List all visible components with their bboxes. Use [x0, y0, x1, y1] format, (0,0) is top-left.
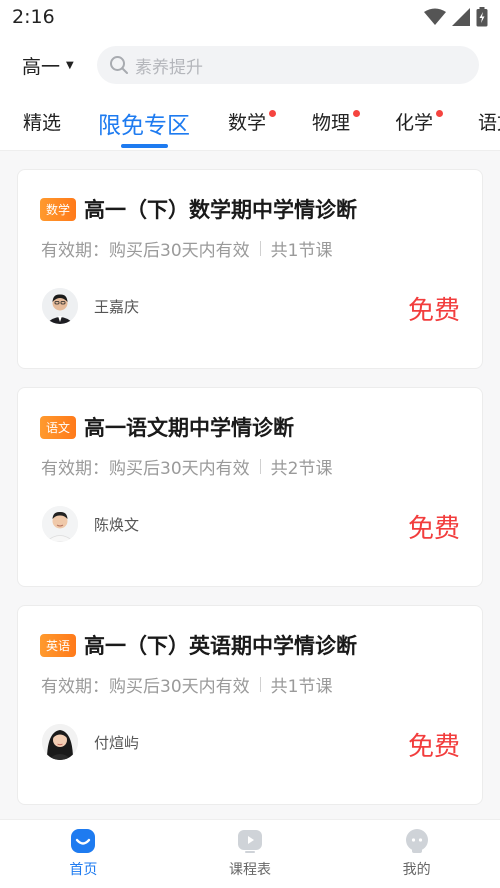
tab-free-zone[interactable]: 限免专区 [98, 106, 190, 140]
teacher-name: 付煊屿 [94, 733, 140, 752]
course-lessons: 共2节课 [270, 459, 333, 479]
course-title-row: 数学 高一（下）数学期中学情诊断 [40, 194, 357, 224]
nav-home[interactable]: 首页 [0, 820, 167, 888]
course-list: 数学 高一（下）数学期中学情诊断 有效期：购买后30天内有效 共1节课 王嘉庆 [0, 151, 500, 819]
tab-chinese[interactable]: 语文 [478, 108, 500, 135]
teacher-info: 王嘉庆 [42, 288, 139, 324]
teacher-name: 陈焕文 [94, 515, 140, 534]
nav-schedule-label: 课程表 [229, 862, 271, 878]
nav-profile-label: 我的 [402, 862, 431, 878]
nav-schedule[interactable]: 课程表 [167, 820, 334, 888]
status-bar: 2:16 [0, 0, 500, 34]
grade-selector[interactable]: 高一 ▼ [22, 52, 88, 79]
search-placeholder: 素养提升 [135, 57, 203, 78]
caret-down-icon: ▼ [66, 59, 74, 71]
grade-label: 高一 [22, 55, 61, 78]
schedule-icon [238, 830, 262, 853]
subject-tag: 语文 [40, 415, 77, 439]
course-lessons: 共1节课 [270, 677, 333, 697]
course-price: 免费 [407, 514, 460, 544]
home-icon [71, 829, 96, 853]
nav-profile[interactable]: 我的 [333, 820, 500, 888]
search-input[interactable]: 素养提升 [97, 46, 479, 84]
meta-divider [259, 459, 261, 474]
course-price: 免费 [407, 732, 460, 762]
category-tabs: 精选 限免专区 数学 物理 化学 语文 [0, 100, 500, 150]
course-validity: 有效期：购买后30天内有效 [41, 677, 250, 697]
course-validity: 有效期：购买后30天内有效 [41, 241, 250, 261]
course-title: 高一（下）数学期中学情诊断 [84, 198, 358, 222]
course-meta: 有效期：购买后30天内有效 共1节课 [41, 236, 332, 261]
search-icon [110, 56, 128, 74]
teacher-avatar [42, 288, 78, 324]
subject-tag: 数学 [40, 197, 77, 221]
course-lessons: 共1节课 [270, 241, 333, 261]
course-title-row: 英语 高一（下）英语期中学情诊断 [40, 630, 357, 660]
active-tab-indicator [121, 144, 168, 148]
signal-icon [452, 8, 470, 26]
course-card[interactable]: 数学 高一（下）数学期中学情诊断 有效期：购买后30天内有效 共1节课 王嘉庆 [17, 169, 483, 369]
tab-chemistry[interactable]: 化学 [395, 108, 444, 135]
battery-icon [476, 7, 488, 27]
course-card[interactable]: 语文 高一语文期中学情诊断 有效期：购买后30天内有效 共2节课 陈焕文 免费 [17, 387, 483, 587]
course-validity: 有效期：购买后30天内有效 [41, 459, 250, 479]
course-title: 高一语文期中学情诊断 [84, 416, 295, 440]
teacher-avatar [42, 724, 78, 760]
tab-math-label: 数学 [228, 112, 267, 134]
bottom-nav: 首页 课程表 我的 [0, 819, 500, 888]
teacher-avatar [42, 506, 78, 542]
status-time: 2:16 [12, 6, 55, 28]
meta-divider [259, 677, 261, 692]
new-dot-badge [353, 110, 361, 117]
tab-featured[interactable]: 精选 [23, 108, 61, 135]
course-meta: 有效期：购买后30天内有效 共2节课 [41, 454, 332, 479]
course-card[interactable]: 英语 高一（下）英语期中学情诊断 有效期：购买后30天内有效 共1节课 付煊屿 … [17, 605, 483, 805]
teacher-info: 陈焕文 [42, 506, 139, 542]
course-meta: 有效期：购买后30天内有效 共1节课 [41, 672, 332, 697]
subject-tag: 英语 [40, 633, 77, 657]
meta-divider [259, 241, 261, 256]
tab-physics-label: 物理 [312, 112, 351, 134]
course-title: 高一（下）英语期中学情诊断 [84, 634, 358, 658]
tab-physics[interactable]: 物理 [312, 108, 361, 135]
top-bar: 高一 ▼ 素养提升 [0, 44, 500, 86]
tab-math[interactable]: 数学 [228, 108, 277, 135]
new-dot-badge [269, 110, 277, 117]
teacher-info: 付煊屿 [42, 724, 139, 760]
tab-chemistry-label: 化学 [395, 112, 434, 134]
new-dot-badge [436, 110, 444, 117]
teacher-name: 王嘉庆 [94, 297, 140, 316]
course-title-row: 语文 高一语文期中学情诊断 [40, 412, 294, 442]
course-price: 免费 [407, 296, 460, 326]
status-icons [424, 7, 488, 27]
profile-icon [405, 829, 428, 853]
wifi-icon [424, 8, 446, 25]
nav-home-label: 首页 [69, 862, 98, 878]
